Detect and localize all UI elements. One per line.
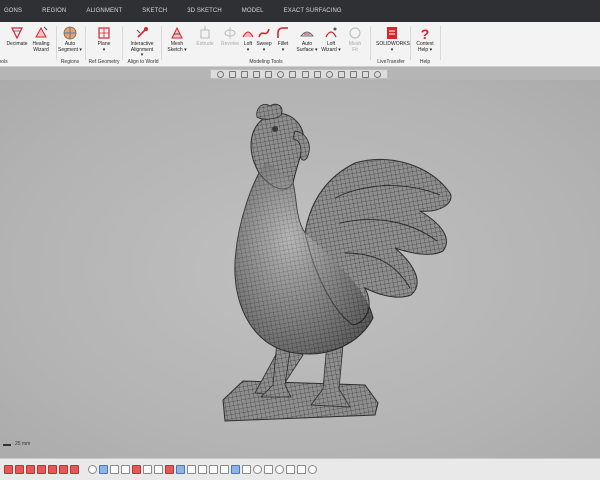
grid-icon[interactable] (362, 70, 370, 78)
filter-vector-icon[interactable] (209, 465, 218, 474)
loft-wizard-button[interactable]: Loft Wizard ▾ (318, 25, 344, 57)
auto-surface-button[interactable]: Auto Surface ▾ (294, 25, 320, 57)
auto-segment-icon (63, 26, 77, 40)
zoom-fit-icon[interactable] (216, 70, 224, 78)
group-label-ref-geometry: Ref.Geometry (88, 59, 120, 65)
tab-3d-sketch[interactable]: 3D SKETCH (177, 0, 232, 22)
rotate-view-icon[interactable] (277, 70, 285, 78)
fillet-button[interactable]: Fillet ▾ (270, 25, 296, 57)
3d-viewport[interactable]: 25 mm (0, 80, 600, 458)
group-label-regions: Regions (60, 59, 80, 65)
isolate-icon[interactable] (297, 465, 306, 474)
magnet-icon[interactable] (275, 465, 284, 474)
filter-mesh-icon[interactable] (231, 465, 240, 474)
tab-polygons[interactable]: GONS (0, 0, 32, 22)
select-polyline-icon[interactable] (37, 465, 46, 474)
snap-icon[interactable] (264, 465, 273, 474)
select-flood-icon[interactable] (70, 465, 79, 474)
select-mode-icon[interactable] (337, 70, 345, 78)
select-triangle-icon[interactable] (4, 465, 13, 474)
lighting-icon[interactable] (325, 70, 333, 78)
healing-wizard-icon (35, 26, 48, 38)
interactive-alignment-button[interactable]: Interactive Alignment ▾ (129, 25, 155, 58)
select-all-icon[interactable] (88, 465, 97, 474)
options-icon[interactable] (308, 465, 317, 474)
ribbon-tab-bar: GONS REGION ALIGNMENT SKETCH 3D SKETCH M… (0, 0, 600, 22)
select-rectangle-icon[interactable] (15, 465, 24, 474)
context-help-button[interactable]: ? Context Help ▾ (412, 25, 438, 57)
tab-alignment[interactable]: ALIGNMENT (76, 0, 132, 22)
decimate-icon (11, 27, 23, 40)
filter-surface-icon[interactable] (176, 465, 185, 474)
filter-coordinate-icon[interactable] (220, 465, 229, 474)
filter-plane-icon[interactable] (198, 465, 207, 474)
tab-region[interactable]: REGION (32, 0, 76, 22)
settings-icon[interactable] (374, 70, 382, 78)
loft-wizard-icon (325, 27, 337, 38)
filter-curve-icon[interactable] (187, 465, 196, 474)
visible-only-icon[interactable] (253, 465, 262, 474)
filter-vertex-icon[interactable] (99, 465, 108, 474)
filter-region-icon[interactable] (132, 465, 141, 474)
extrude-icon (200, 26, 210, 39)
view-iso-icon[interactable] (265, 70, 273, 78)
help-icon: ? (421, 26, 430, 41)
mesh-fit-button[interactable]: Mesh Fit (342, 25, 368, 57)
render-mode-icon[interactable] (289, 70, 297, 78)
solidworks-livetransfer-button[interactable]: SOLIDWORKS ▾ (376, 25, 410, 57)
fillet-icon (277, 27, 288, 38)
plane-button[interactable]: Plane ▾ (91, 25, 117, 57)
group-label-modeling-tools: Modeling Tools (249, 59, 283, 65)
filter-body-icon[interactable] (143, 465, 152, 474)
plane-icon (98, 27, 110, 39)
filter-face-icon[interactable] (110, 465, 119, 474)
view-right-icon[interactable] (252, 70, 260, 78)
select-lasso-icon[interactable] (48, 465, 57, 474)
selection-toolbar (0, 458, 600, 480)
section-view-icon[interactable] (313, 70, 321, 78)
hide-icon[interactable] (286, 465, 295, 474)
liver-bird-mesh-model[interactable] (215, 103, 460, 423)
solidworks-icon (387, 27, 397, 39)
tab-exact-surfacing[interactable]: EXACT SURFACING (274, 0, 352, 22)
tab-sketch[interactable]: SKETCH (132, 0, 177, 22)
filter-edge-icon[interactable] (121, 465, 130, 474)
auto-surface-icon (300, 31, 314, 37)
group-label-tools: ools (0, 59, 8, 65)
group-label-help: Help (419, 59, 431, 65)
mesh-sketch-button[interactable]: Mesh Sketch ▾ (164, 25, 190, 57)
scale-label: 25 mm (15, 441, 31, 447)
filter-icon[interactable] (350, 70, 358, 78)
display-mode-icon[interactable] (301, 70, 309, 78)
decimate-button[interactable]: Decimate (4, 25, 30, 57)
select-circle-icon[interactable] (26, 465, 35, 474)
view-top-icon[interactable] (240, 70, 248, 78)
view-front-icon[interactable] (228, 70, 236, 78)
filter-point-icon[interactable] (165, 465, 174, 474)
auto-segment-button[interactable]: Auto Segment ▾ (57, 25, 83, 57)
extrude-button[interactable]: Extrude (192, 25, 218, 57)
healing-wizard-button[interactable]: Healing Wizard (28, 25, 54, 57)
filter-sketch-icon[interactable] (154, 465, 163, 474)
ribbon-toolbar: Decimate Healing Wizard Auto Segment ▾ P… (0, 22, 600, 67)
alignment-icon (136, 27, 148, 38)
group-label-align-to-world: Align to World (127, 59, 159, 65)
filter-pointcloud-icon[interactable] (242, 465, 251, 474)
svg-text:?: ? (421, 26, 430, 41)
view-toolbar (210, 69, 388, 79)
scale-bar: 25 mm (3, 441, 30, 447)
tab-model[interactable]: MODEL (232, 0, 274, 22)
mesh-sketch-icon (171, 26, 183, 39)
mesh-fit-icon (349, 27, 361, 39)
group-label-livetransfer: LiveTransfer (377, 59, 405, 65)
select-brush-icon[interactable] (59, 465, 68, 474)
